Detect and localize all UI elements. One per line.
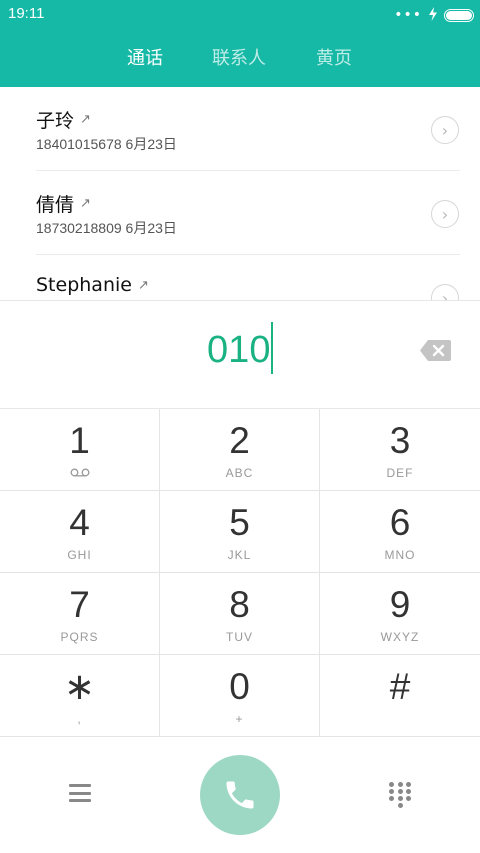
menu-button[interactable] bbox=[69, 784, 91, 802]
chevron-right-icon: › bbox=[441, 204, 449, 224]
dial-keypad: 1 2 ABC 3 DEF 4 GHI 5 JKL 6 MNO 7 PQRS 8… bbox=[0, 409, 480, 739]
call-detail: 18730218809 6月23日 bbox=[36, 218, 177, 238]
key-digit: 1 bbox=[69, 420, 90, 461]
phone-number: 18401015678 bbox=[36, 136, 122, 152]
battery-level bbox=[446, 10, 472, 20]
status-bar: 19:11 ••• bbox=[0, 0, 480, 30]
key-digit: 4 bbox=[69, 502, 90, 543]
chevron-right-icon: › bbox=[441, 120, 449, 140]
more-notifications-icon: ••• bbox=[394, 7, 422, 23]
tab-calls[interactable]: 通话 bbox=[127, 44, 163, 70]
phone-icon bbox=[226, 781, 254, 809]
key-letters: DEF bbox=[386, 466, 414, 480]
contact-name: 子玲 ↗ bbox=[36, 106, 91, 133]
phone-number: 18730218809 bbox=[36, 220, 122, 236]
key-letters: GHI bbox=[67, 548, 92, 562]
call-log-item[interactable]: 倩倩 ↗ 18730218809 6月23日 › bbox=[0, 171, 480, 255]
key-2[interactable]: 2 ABC bbox=[160, 409, 320, 491]
key-digit: ∗ bbox=[63, 666, 95, 707]
contact-info-button[interactable]: › bbox=[431, 116, 459, 144]
dialed-number-text: 010 bbox=[207, 329, 271, 371]
key-digit: 7 bbox=[69, 584, 90, 625]
key-digit: 9 bbox=[389, 584, 411, 625]
battery-icon bbox=[444, 8, 474, 22]
key-0[interactable]: 0 + bbox=[160, 655, 320, 737]
key-hash[interactable]: # bbox=[320, 655, 480, 737]
app-header: 19:11 ••• 通话 联系人 黄页 bbox=[0, 0, 480, 87]
key-7[interactable]: 7 PQRS bbox=[0, 573, 160, 655]
key-5[interactable]: 5 JKL bbox=[160, 491, 320, 573]
key-digit: 5 bbox=[229, 502, 250, 543]
key-letters: TUV bbox=[226, 630, 253, 644]
bottom-action-bar bbox=[0, 739, 480, 853]
key-digit: 3 bbox=[389, 420, 411, 461]
key-letters: , bbox=[77, 712, 82, 726]
contact-info-button[interactable]: › bbox=[431, 200, 459, 228]
key-3[interactable]: 3 DEF bbox=[320, 409, 480, 491]
key-digit: 0 bbox=[229, 666, 250, 707]
key-letters: ABC bbox=[225, 466, 254, 480]
status-time: 19:11 bbox=[8, 5, 45, 22]
status-indicators: ••• bbox=[394, 6, 474, 24]
voicemail-icon bbox=[70, 468, 90, 477]
outgoing-call-icon: ↗ bbox=[137, 277, 149, 293]
contact-name: 倩倩 ↗ bbox=[36, 190, 91, 217]
contact-name-text: 倩倩 bbox=[36, 194, 75, 216]
key-1[interactable]: 1 bbox=[0, 409, 160, 491]
text-cursor bbox=[271, 321, 273, 374]
key-letters: PQRS bbox=[60, 630, 99, 644]
outgoing-call-icon: ↗ bbox=[80, 196, 91, 211]
key-9[interactable]: 9 WXYZ bbox=[320, 573, 480, 655]
key-digit: 8 bbox=[229, 584, 250, 625]
key-8[interactable]: 8 TUV bbox=[160, 573, 320, 655]
key-4[interactable]: 4 GHI bbox=[0, 491, 160, 573]
key-letters: MNO bbox=[384, 548, 416, 562]
call-date: 6月23日 bbox=[125, 136, 177, 152]
dialed-number-field[interactable]: 010 bbox=[0, 321, 480, 374]
key-digit: # bbox=[389, 666, 411, 707]
key-6[interactable]: 6 MNO bbox=[320, 491, 480, 573]
tab-yellow-pages[interactable]: 黄页 bbox=[316, 44, 352, 70]
key-star[interactable]: ∗ , bbox=[0, 655, 160, 737]
call-log-item[interactable]: Stephanie ↗ › bbox=[0, 255, 480, 300]
backspace-button[interactable] bbox=[420, 340, 451, 361]
call-detail: 18401015678 6月23日 bbox=[36, 134, 177, 154]
call-log-item[interactable]: 子玲 ↗ 18401015678 6月23日 › bbox=[0, 87, 480, 171]
call-date: 6月23日 bbox=[125, 220, 177, 236]
key-digit: 6 bbox=[389, 502, 411, 543]
chevron-right-icon: › bbox=[441, 288, 449, 301]
backspace-icon bbox=[420, 340, 451, 361]
dial-input-panel: 010 bbox=[0, 300, 480, 409]
contact-name-text: Stephanie bbox=[36, 274, 132, 296]
contact-name-text: 子玲 bbox=[36, 110, 75, 132]
key-digit: 2 bbox=[229, 420, 250, 461]
charging-icon bbox=[428, 6, 438, 24]
outgoing-call-icon: ↗ bbox=[80, 112, 91, 127]
tab-contacts[interactable]: 联系人 bbox=[212, 44, 266, 70]
call-log-list: 子玲 ↗ 18401015678 6月23日 › 倩倩 ↗ 1873021880… bbox=[0, 87, 480, 300]
dialpad-toggle-button[interactable] bbox=[388, 782, 412, 808]
key-letters: WXYZ bbox=[380, 630, 420, 644]
call-button[interactable] bbox=[200, 755, 280, 835]
contact-info-button[interactable]: › bbox=[431, 284, 459, 300]
key-letters: + bbox=[235, 712, 244, 726]
tab-bar: 通话 联系人 黄页 bbox=[0, 44, 480, 74]
contact-name: Stephanie ↗ bbox=[36, 274, 149, 296]
key-letters: JKL bbox=[227, 548, 252, 562]
